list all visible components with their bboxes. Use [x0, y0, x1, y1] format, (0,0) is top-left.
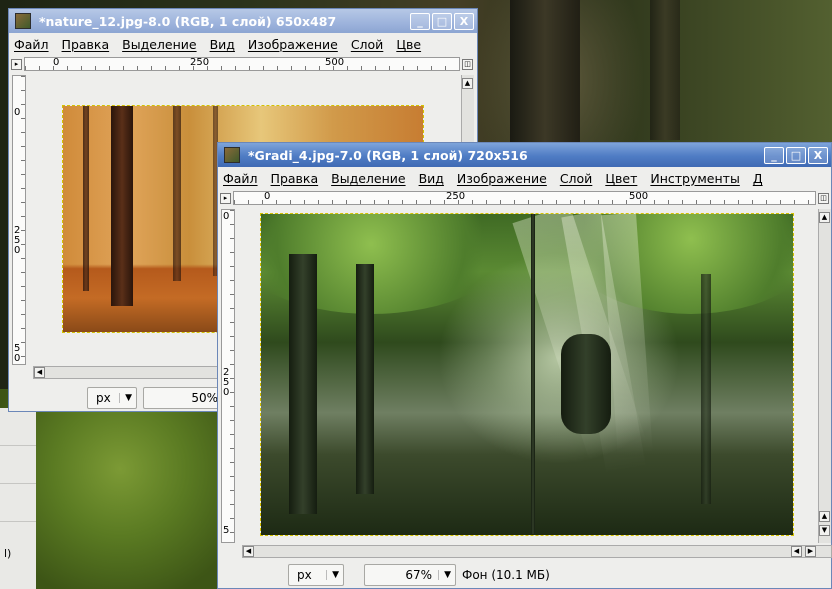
window-titlebar[interactable]: *Gradi_4.jpg-7.0 (RGB, 1 слой) 720x516 _… [218, 143, 831, 167]
ruler-label: 0 [223, 211, 230, 222]
hanging-vine [531, 214, 535, 534]
vertical-ruler[interactable]: 0 250 50 [12, 75, 26, 365]
image-canvas-forest[interactable] [260, 213, 794, 536]
maximize-button[interactable]: □ [432, 12, 452, 30]
layer-status-text: Фон (10.1 МБ) [462, 568, 550, 582]
menu-dialogs[interactable]: Д [753, 171, 763, 186]
scroll-left-arrow[interactable]: ◀ [791, 546, 802, 557]
window-title: *Gradi_4.jpg-7.0 (RGB, 1 слой) 720x516 [248, 147, 528, 163]
tree-trunk [561, 334, 611, 434]
scroll-up-arrow[interactable]: ▲ [462, 78, 473, 89]
image-window-gradi: *Gradi_4.jpg-7.0 (RGB, 1 слой) 720x516 _… [217, 142, 832, 589]
close-button[interactable]: X [454, 12, 474, 30]
menu-file[interactable]: Файл [14, 37, 49, 52]
unit-value: px [96, 391, 111, 405]
dropdown-arrow-icon: ▼ [119, 393, 132, 403]
scroll-left-arrow[interactable]: ◀ [34, 367, 45, 378]
window-titlebar[interactable]: *nature_12.jpg-8.0 (RGB, 1 слой) 650x487… [9, 9, 477, 33]
image-thumbnail-icon [15, 13, 31, 29]
side-panel-row[interactable] [0, 408, 36, 446]
close-button[interactable]: X [808, 146, 828, 164]
ruler-label: 0 [53, 57, 60, 68]
vertical-scrollbar[interactable]: ▲ ▲ ▼ [818, 209, 831, 543]
menubar: Файл Правка Выделение Вид Изображение Сл… [9, 33, 477, 55]
unit-select[interactable]: px ▼ [288, 564, 344, 586]
side-panel-row[interactable] [0, 446, 36, 484]
zoom-value: 67% [405, 568, 433, 582]
tree-trunk [111, 106, 133, 306]
menubar: Файл Правка Выделение Вид Изображение Сл… [218, 167, 831, 189]
quick-mask-icon[interactable]: ▸ [220, 192, 231, 204]
menu-tools[interactable]: Инструменты [650, 171, 739, 186]
ruler-label: 5 [223, 525, 230, 536]
horizontal-ruler-row: ▸ 0 250 500 ◫ [9, 56, 475, 72]
tree-trunk [356, 264, 374, 494]
menu-image[interactable]: Изображение [457, 171, 547, 186]
scroll-up-arrow[interactable]: ▲ [819, 212, 830, 223]
side-panel-label: l) [4, 547, 12, 560]
menu-edit[interactable]: Правка [271, 171, 319, 186]
horizontal-ruler[interactable]: 0 250 500 [24, 57, 460, 71]
minimize-button[interactable]: _ [764, 146, 784, 164]
image-thumbnail-icon [224, 147, 240, 163]
navigate-icon[interactable]: ◫ [818, 192, 829, 204]
menu-layer[interactable]: Слой [560, 171, 593, 186]
menu-file[interactable]: Файл [223, 171, 258, 186]
dropdown-arrow-icon: ▼ [438, 570, 451, 580]
menu-layer[interactable]: Слой [351, 37, 384, 52]
statusbar: px ▼ 50% [87, 385, 223, 411]
scroll-up-arrow[interactable]: ▲ [819, 511, 830, 522]
ruler-label: 50 [14, 343, 21, 364]
horizontal-ruler-row: ▸ 0 250 500 ◫ [218, 190, 831, 206]
background-tree-trunk [510, 0, 580, 160]
menu-view[interactable]: Вид [419, 171, 444, 186]
ruler-label: 250 [446, 191, 466, 202]
unit-select[interactable]: px ▼ [87, 387, 137, 409]
vertical-ruler[interactable]: 0 250 5 [221, 209, 235, 543]
menu-view[interactable]: Вид [210, 37, 235, 52]
background-tree-trunk [650, 0, 680, 140]
navigate-icon[interactable]: ◫ [462, 58, 473, 70]
horizontal-ruler[interactable]: 0 250 500 [233, 191, 816, 205]
menu-colors[interactable]: Цвет [605, 171, 637, 186]
statusbar: px ▼ 67% ▼ Фон (10.1 МБ) [288, 562, 550, 588]
ruler-label: 500 [629, 191, 649, 202]
dropdown-arrow-icon: ▼ [326, 570, 339, 580]
zoom-value: 50% [191, 391, 218, 405]
side-panel: l) [0, 408, 36, 589]
maximize-button[interactable]: □ [786, 146, 806, 164]
ruler-label: 250 [223, 367, 230, 398]
tree-trunk [173, 106, 181, 281]
tree-trunk [83, 106, 89, 291]
unit-value: px [297, 568, 312, 582]
quick-mask-icon[interactable]: ▸ [11, 58, 22, 70]
tree-trunk [289, 254, 317, 514]
ruler-label: 250 [14, 225, 21, 256]
menu-select[interactable]: Выделение [331, 171, 405, 186]
ruler-label: 250 [190, 57, 210, 68]
scroll-down-arrow[interactable]: ▼ [819, 525, 830, 536]
minimize-button[interactable]: _ [410, 12, 430, 30]
horizontal-scrollbar[interactable]: ◀ ◀ ▶ [242, 545, 832, 558]
horizontal-scrollbar[interactable]: ◀ [33, 366, 233, 379]
menu-image[interactable]: Изображение [248, 37, 338, 52]
menu-edit[interactable]: Правка [62, 37, 110, 52]
window-title: *nature_12.jpg-8.0 (RGB, 1 слой) 650x487 [39, 13, 337, 29]
menu-select[interactable]: Выделение [122, 37, 196, 52]
menu-colors[interactable]: Цве [396, 37, 421, 52]
ruler-label: 0 [14, 107, 21, 118]
side-panel-row[interactable] [0, 484, 36, 522]
ruler-label: 0 [264, 191, 271, 202]
scroll-right-arrow[interactable]: ▶ [805, 546, 816, 557]
zoom-select[interactable]: 50% [143, 387, 223, 409]
ruler-label: 500 [325, 57, 345, 68]
scroll-left-arrow[interactable]: ◀ [243, 546, 254, 557]
zoom-select[interactable]: 67% ▼ [364, 564, 456, 586]
background-grass [0, 389, 240, 589]
tree-trunk [701, 274, 711, 504]
